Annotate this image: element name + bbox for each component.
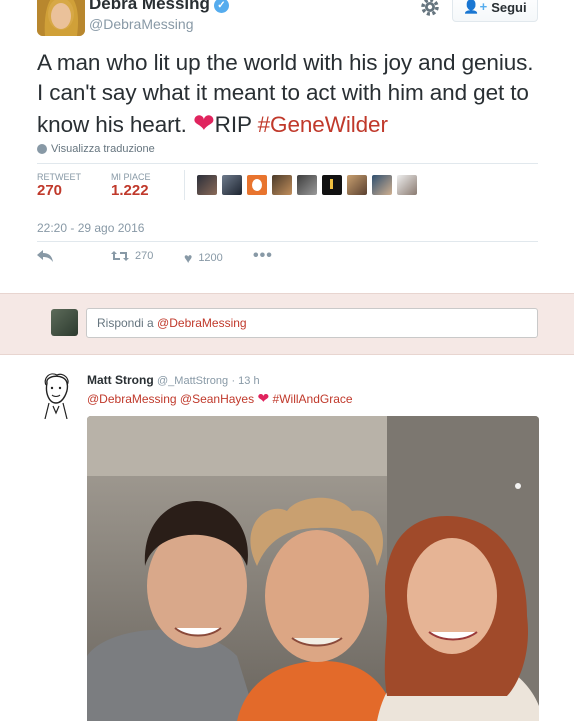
add-person-icon: 👤+ xyxy=(463,0,488,14)
author-handle[interactable]: @DebraMessing xyxy=(89,16,193,32)
more-icon[interactable]: ••• xyxy=(253,247,273,265)
retweet-button[interactable]: 270 xyxy=(111,250,153,262)
retweet-stat-value: 270 xyxy=(37,182,63,199)
heart-emoji-icon: ❤ xyxy=(257,390,270,406)
stats-separator xyxy=(184,170,185,200)
translate-link[interactable]: Visualizza traduzione xyxy=(37,143,155,155)
reply-author-line[interactable]: Matt Strong @_MattStrong · 13 h xyxy=(87,373,260,387)
author-name-text: Debra Messing xyxy=(89,0,210,13)
liker-avatar[interactable] xyxy=(222,175,242,195)
tweet-rip: RIP xyxy=(214,112,252,137)
like-count: 1200 xyxy=(198,252,223,264)
tweet-text: A man who lit up the world with his joy … xyxy=(37,48,537,140)
likes-stat-value: 1.222 xyxy=(111,182,149,199)
liker-avatar[interactable] xyxy=(297,175,317,195)
reply-tweet-text: @DebraMessing @SeanHayes ❤ #WillAndGrace xyxy=(87,390,353,407)
gear-icon[interactable] xyxy=(419,0,441,18)
liker-avatar[interactable] xyxy=(322,175,342,195)
heart-icon: ♥ xyxy=(184,250,193,266)
reply-tweet-age: · 13 h xyxy=(231,375,260,387)
divider xyxy=(37,163,538,164)
retweet-stat-label: RETWEET xyxy=(37,172,81,182)
reply-author-name: Matt Strong xyxy=(87,373,154,387)
verified-check-icon: ✓ xyxy=(213,0,229,13)
divider xyxy=(37,241,538,242)
reply-button[interactable] xyxy=(37,250,53,262)
liker-avatar[interactable] xyxy=(247,175,267,195)
author-avatar[interactable] xyxy=(37,0,85,36)
author-display-name[interactable]: Debra Messing ✓ xyxy=(89,0,229,14)
retweet-count: 270 xyxy=(135,250,154,262)
likes-stat[interactable]: MI PIACE 1.222 xyxy=(111,172,151,199)
reply-input[interactable]: Rispondi a @DebraMessing xyxy=(86,308,538,338)
reply-hashtag[interactable]: #WillAndGrace xyxy=(273,392,353,406)
reply-icon xyxy=(37,250,53,262)
heart-emoji-icon: ❤ xyxy=(192,108,215,138)
liker-avatar[interactable] xyxy=(197,175,217,195)
liker-avatar[interactable] xyxy=(397,175,417,195)
reply-author-handle: @_MattStrong xyxy=(157,375,229,387)
reply-tweet-photo[interactable] xyxy=(87,416,539,721)
current-user-avatar xyxy=(51,309,78,336)
liker-avatar[interactable] xyxy=(347,175,367,195)
like-button[interactable]: ♥ 1200 xyxy=(184,250,223,266)
likes-stat-label: MI PIACE xyxy=(111,172,151,182)
translate-label: Visualizza traduzione xyxy=(51,143,155,155)
tweet-timestamp[interactable]: 22:20 - 29 ago 2016 xyxy=(37,221,144,235)
follow-label: Segui xyxy=(491,0,527,15)
reply-mention: @DebraMessing xyxy=(157,316,247,330)
retweet-icon xyxy=(111,251,129,261)
hashtag-link[interactable]: #GeneWilder xyxy=(258,112,388,137)
reply-mentions[interactable]: @DebraMessing @SeanHayes xyxy=(87,392,254,406)
liker-avatar[interactable] xyxy=(272,175,292,195)
reply-prefix: Rispondi a xyxy=(97,316,154,330)
globe-icon xyxy=(37,144,47,154)
retweet-stat[interactable]: RETWEET 270 xyxy=(37,172,81,199)
liker-avatar[interactable] xyxy=(372,175,392,195)
reply-author-avatar[interactable] xyxy=(41,373,71,420)
follow-button[interactable]: 👤+ Segui xyxy=(452,0,538,22)
